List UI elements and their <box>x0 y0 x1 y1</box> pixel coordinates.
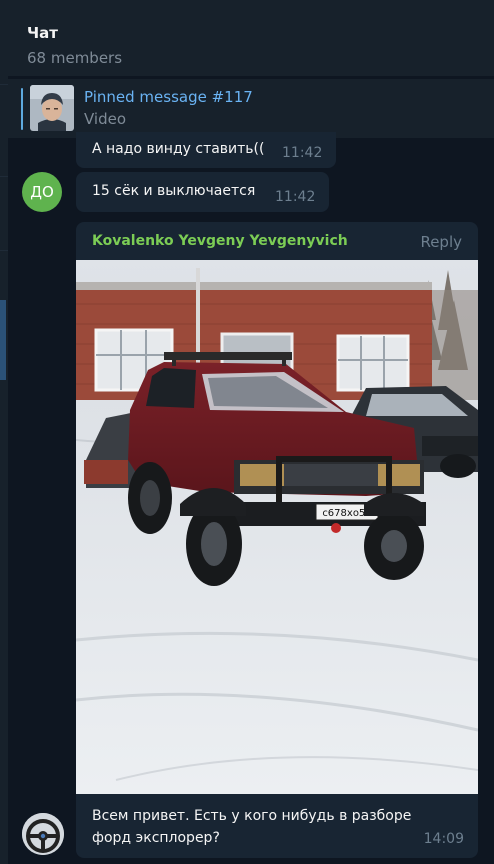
message-bubble[interactable]: 15 сёк и выключается 11:42 <box>76 172 329 212</box>
member-count: 68 members <box>27 49 123 67</box>
pinned-title: Pinned message #117 <box>84 88 253 106</box>
message-time: 14:09 <box>423 831 464 847</box>
message-text: А надо винду ставить(( <box>92 141 265 157</box>
message-time: 11:42 <box>275 189 316 205</box>
window-top-strip <box>0 0 494 12</box>
divider <box>0 84 8 85</box>
chat-header[interactable]: Чат 68 members <box>8 12 494 76</box>
pinned-message-bar[interactable]: Pinned message #117 Video <box>8 78 494 138</box>
divider <box>0 250 8 251</box>
steering-wheel-icon <box>22 813 64 855</box>
selected-chat-indicator <box>0 300 6 380</box>
pinned-accent-bar <box>21 88 23 130</box>
avatar-initials: ДО <box>30 183 54 201</box>
message-bubble[interactable]: А надо винду ставить(( 11:42 <box>76 132 336 168</box>
photo-message-bubble[interactable]: Kovalenko Yevgeny Yevgenyvich Reply с678… <box>76 222 478 858</box>
reply-button[interactable]: Reply <box>420 233 462 251</box>
pinned-subtitle: Video <box>84 110 127 128</box>
pinned-video-thumbnail <box>30 85 74 131</box>
sender-avatar[interactable] <box>22 813 64 855</box>
message-text: 15 сёк и выключается <box>92 183 256 199</box>
chat-list-edge[interactable] <box>0 12 8 864</box>
sender-avatar[interactable]: ДО <box>22 172 62 212</box>
divider <box>0 176 8 177</box>
chat-title: Чат <box>27 24 58 42</box>
sender-name[interactable]: Kovalenko Yevgeny Yevgenyvich <box>92 233 348 249</box>
message-time: 11:42 <box>282 145 323 161</box>
message-caption: Всем привет. Есть у кого нибудь в разбор… <box>92 808 412 846</box>
message-photo[interactable]: с678хо55 <box>76 260 478 794</box>
